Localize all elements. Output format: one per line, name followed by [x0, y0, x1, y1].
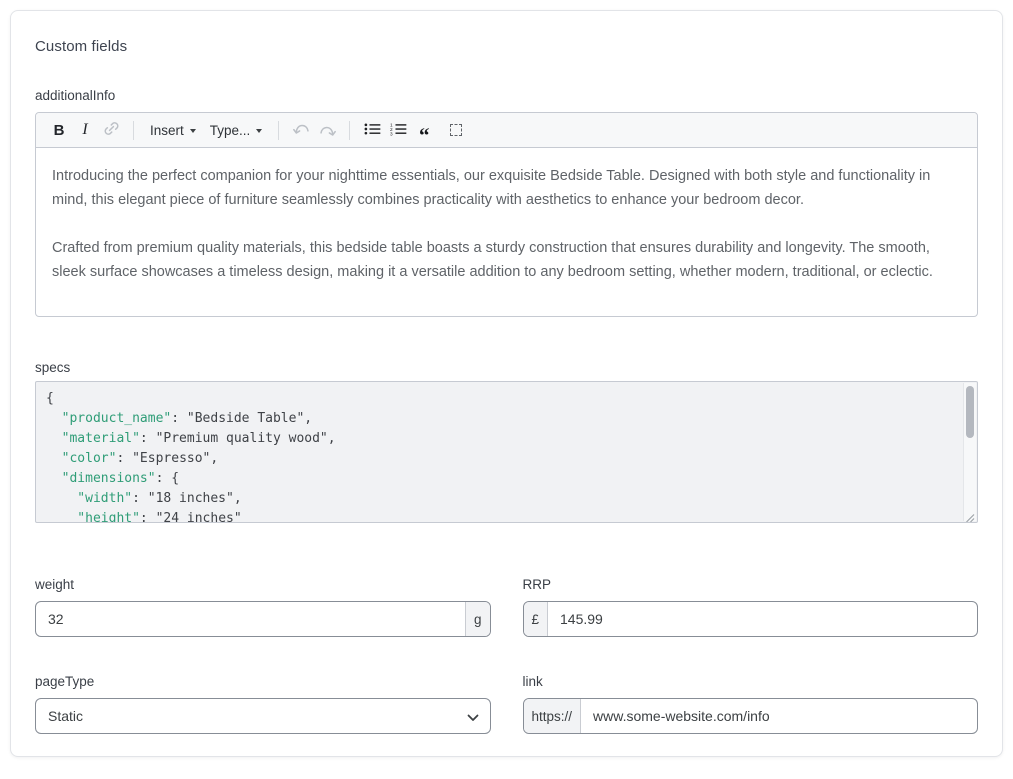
additional-info-field: additionalInfo B I — [35, 88, 978, 317]
bold-button[interactable]: B — [46, 117, 72, 143]
code-line: "width": "18 inches", — [46, 489, 951, 509]
toolbar-separator — [349, 121, 350, 140]
page-type-field: pageType Static — [35, 674, 491, 734]
specs-code-editor[interactable]: { "product_name": "Bedside Table", "mate… — [35, 381, 978, 523]
editor-toolbar: B I Insert — [36, 113, 977, 148]
link-input[interactable] — [581, 699, 977, 733]
editor-paragraph: Crafted from premium quality materials, … — [52, 236, 961, 284]
insert-dropdown-label: Insert — [150, 123, 184, 138]
resize-handle-icon[interactable] — [965, 510, 975, 520]
numbered-list-button[interactable]: 1 2 3 — [385, 117, 411, 143]
container-button[interactable] — [443, 117, 469, 143]
weight-unit-suffix: g — [465, 602, 490, 636]
editor-content[interactable]: Introducing the perfect companion for yo… — [36, 148, 977, 316]
page-type-label: pageType — [35, 674, 491, 689]
toolbar-separator — [133, 121, 134, 140]
blockquote-button[interactable]: “ — [411, 117, 437, 143]
code-line: "product_name": "Bedside Table", — [46, 409, 951, 429]
scrollbar-thumb[interactable] — [966, 386, 974, 438]
code-line: { — [46, 389, 951, 409]
link-protocol-prefix: https:// — [524, 699, 582, 733]
panel-title: Custom fields — [35, 38, 978, 55]
additional-info-label: additionalInfo — [35, 88, 978, 103]
specs-label: specs — [35, 360, 978, 375]
svg-text:3: 3 — [390, 131, 393, 135]
link-field: link https:// — [523, 674, 979, 734]
undo-button[interactable] — [288, 117, 314, 143]
code-line: "height": "24 inches" — [46, 509, 951, 523]
code-line: "material": "Premium quality wood", — [46, 429, 951, 449]
code-line: "dimensions": { — [46, 469, 951, 489]
bullet-list-button[interactable] — [359, 117, 385, 143]
redo-button[interactable] — [314, 117, 340, 143]
chevron-down-icon — [256, 129, 262, 133]
specs-field: specs { "product_name": "Bedside Table",… — [35, 360, 978, 523]
chevron-down-icon — [190, 129, 196, 133]
weight-input-group: g — [35, 601, 491, 637]
link-label: link — [523, 674, 979, 689]
editor-paragraph: Introducing the perfect companion for yo… — [52, 164, 961, 212]
weight-label: weight — [35, 577, 491, 592]
undo-icon — [292, 121, 311, 139]
link-button[interactable] — [98, 117, 124, 143]
custom-fields-panel: Custom fields additionalInfo B I — [10, 10, 1003, 757]
scrollbar-track[interactable] — [963, 383, 976, 521]
dashed-box-icon — [450, 124, 462, 136]
page-type-select-wrap: Static — [35, 698, 491, 734]
rrp-input[interactable] — [548, 602, 977, 636]
italic-button[interactable]: I — [72, 117, 98, 143]
numbered-list-icon: 1 2 3 — [390, 122, 407, 139]
link-icon — [103, 120, 120, 140]
rrp-input-group: £ — [523, 601, 979, 637]
type-dropdown[interactable]: Type... — [203, 117, 270, 143]
rrp-label: RRP — [523, 577, 979, 592]
rich-text-editor: B I Insert — [35, 112, 978, 317]
toolbar-separator — [278, 121, 279, 140]
redo-icon — [318, 123, 337, 138]
rrp-currency-prefix: £ — [524, 602, 549, 636]
link-input-group: https:// — [523, 698, 979, 734]
type-dropdown-label: Type... — [210, 123, 251, 138]
code-line: "color": "Espresso", — [46, 449, 951, 469]
insert-dropdown[interactable]: Insert — [143, 117, 203, 143]
bullet-list-icon — [364, 122, 381, 139]
weight-field: weight g — [35, 577, 491, 637]
rrp-field: RRP £ — [523, 577, 979, 637]
weight-input[interactable] — [36, 602, 465, 636]
page-type-select[interactable]: Static — [35, 698, 491, 734]
